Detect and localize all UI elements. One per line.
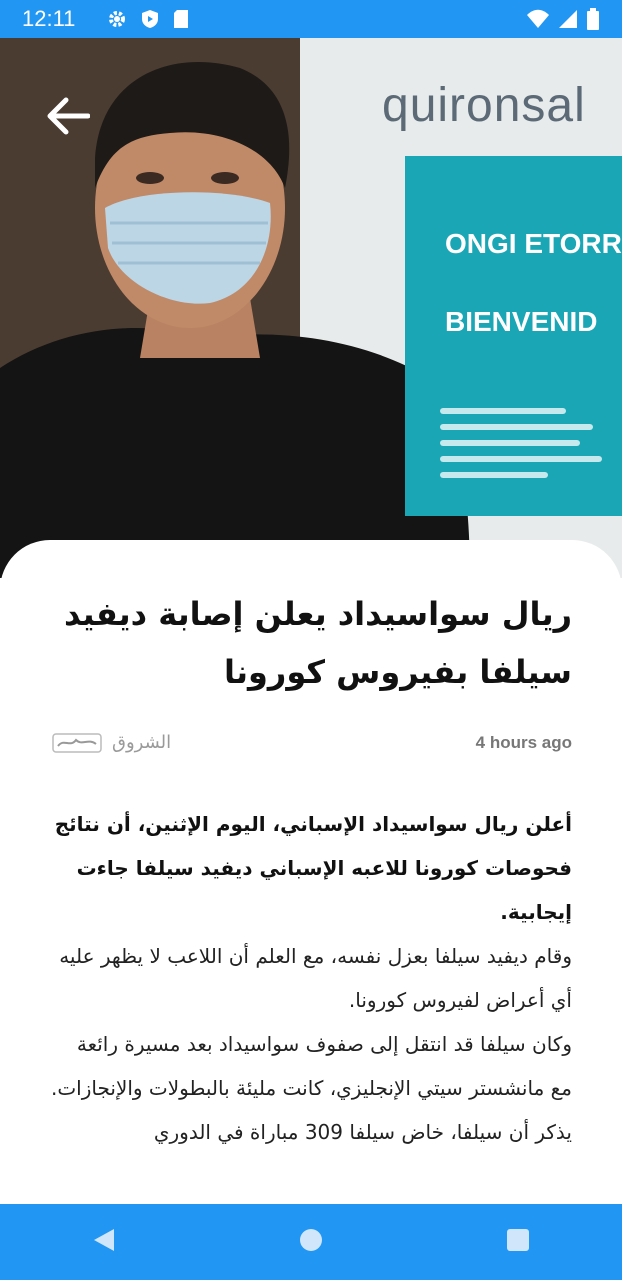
home-circle-icon (299, 1228, 323, 1256)
status-bar: 12:11 (0, 0, 622, 38)
shield-icon (141, 9, 159, 29)
nav-recents-button[interactable] (478, 1212, 558, 1272)
article-card: ريال سواسيداد يعلن إصابة ديفيد سيلفا بفي… (0, 540, 622, 1180)
hero-image: quironsal ONGI ETORR BIENVENID (0, 38, 622, 578)
article-title: ريال سواسيداد يعلن إصابة ديفيد سيلفا بفي… (64, 595, 572, 691)
sign-line-1: ONGI ETORR (445, 228, 622, 259)
status-right (526, 8, 600, 30)
back-button[interactable] (40, 94, 96, 142)
article-paragraph: وقام ديفيد سيلفا بعزل نفسه، مع العلم أن … (59, 944, 572, 1012)
sign-line-2: BIENVENID (445, 306, 598, 337)
sign-brand-text: quironsal (382, 79, 586, 132)
source-name[interactable]: الشروق (112, 732, 171, 753)
sd-card-icon (173, 9, 189, 29)
back-triangle-icon (92, 1227, 116, 1257)
article-paragraph: وكان سيلفا قد انتقل إلى صفوف سواسيداد بع… (50, 1032, 572, 1100)
article-lead-paragraph: أعلن ريال سواسيداد الإسباني، اليوم الإثن… (54, 812, 572, 924)
signal-icon (558, 9, 578, 29)
arrow-left-icon (46, 96, 91, 140)
gear-icon (107, 9, 127, 29)
status-time: 12:11 (22, 6, 76, 31)
nav-home-button[interactable] (271, 1212, 351, 1272)
nav-back-button[interactable] (64, 1212, 144, 1272)
article-time: 4 hours ago (475, 733, 572, 752)
navigation-bar (0, 1204, 622, 1280)
battery-icon (586, 8, 600, 30)
wifi-icon (526, 9, 550, 29)
status-left: 12:11 (22, 6, 189, 32)
article-paragraph: يذكر أن سيلفا، خاض سيلفا 309 مباراة في ا… (153, 1120, 572, 1144)
article-body: أعلن ريال سواسيداد الإسباني، اليوم الإثن… (50, 802, 572, 1154)
sign-fine-print (440, 398, 620, 518)
recents-square-icon (506, 1228, 530, 1256)
source-logo[interactable] (52, 730, 102, 756)
